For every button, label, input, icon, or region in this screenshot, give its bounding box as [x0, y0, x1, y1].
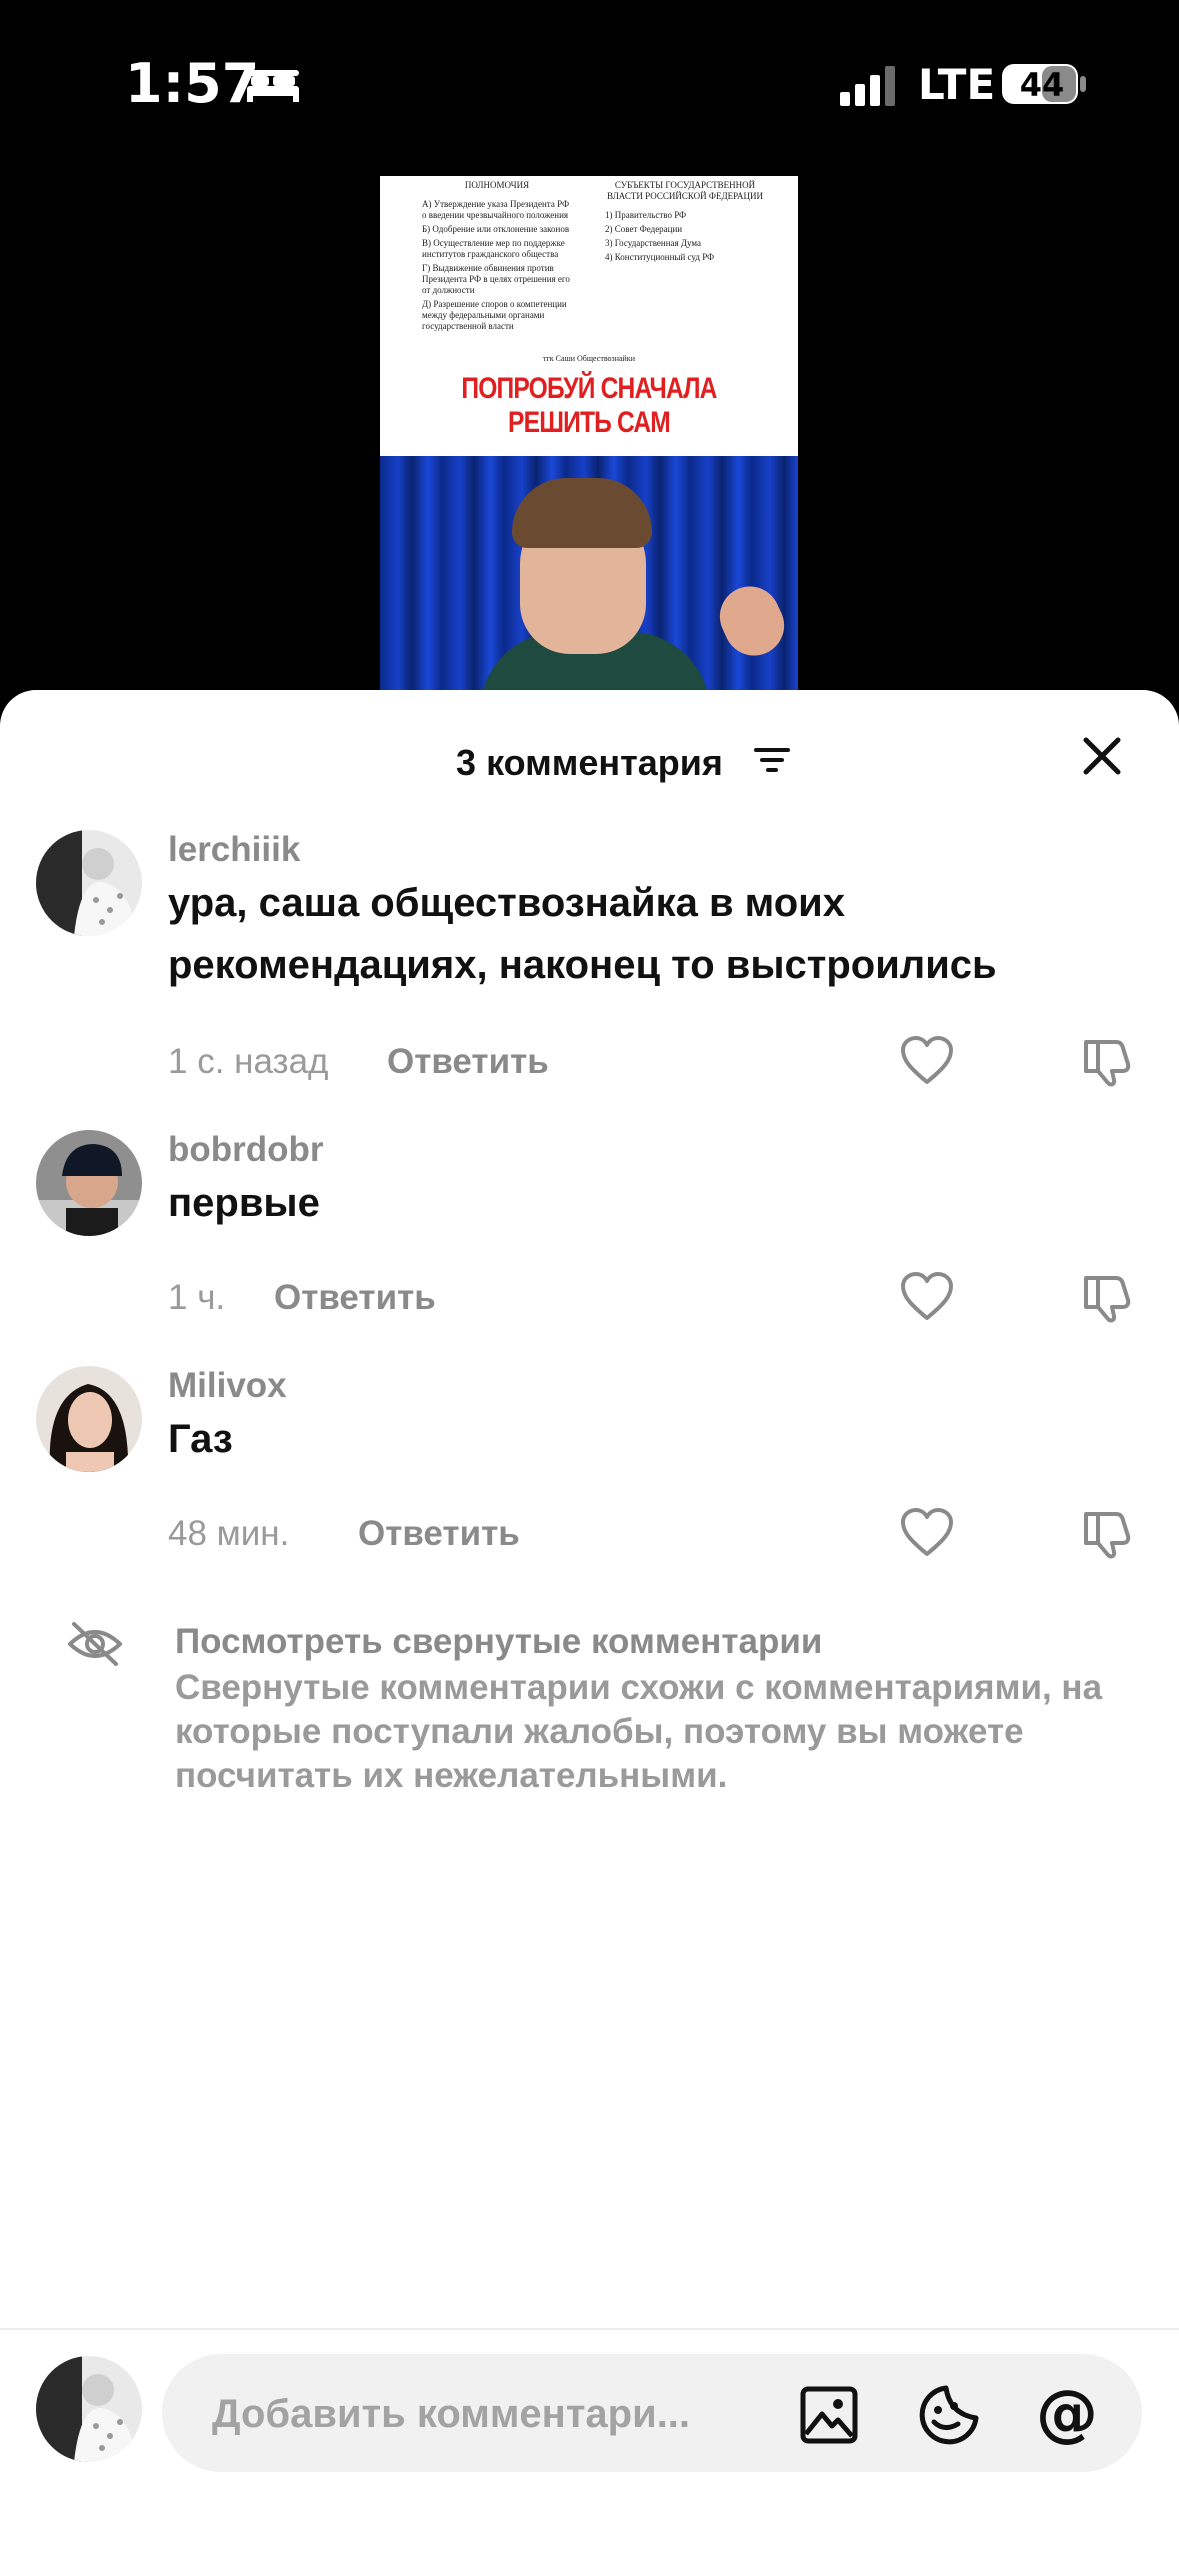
close-icon[interactable] [1080, 734, 1124, 778]
avatar[interactable] [36, 830, 142, 936]
doc-col1-title: ПОЛНОМОЧИЯ [464, 180, 530, 190]
comment-text: первые [168, 1181, 320, 1225]
view-hidden-comments-link[interactable]: Посмотреть свернутые комментарии [175, 1622, 822, 1662]
doc-item: 1) Правительство РФ [605, 210, 687, 220]
presenter-hair [512, 478, 652, 548]
dislike-icon[interactable] [1080, 1034, 1134, 1088]
doc-item: Д) Разрешение споров о компетенции между… [422, 299, 567, 331]
dislike-icon[interactable] [1080, 1506, 1134, 1560]
mention-icon[interactable]: @ [1036, 2382, 1098, 2444]
comment-time: 1 с. назад [168, 1042, 329, 1081]
comment-text: ура, саша обществознайка в моих рекоменд… [168, 881, 997, 987]
doc-item: Б) Одобрение или отклонение законов [422, 224, 570, 234]
doc-column-subjects: СУБЪЕКТЫ ГОСУДАРСТВЕННОЙ ВЛАСТИ РОССИЙСК… [605, 180, 765, 266]
status-time: 1:57 [125, 52, 260, 115]
comment-username[interactable]: bobrdobr [168, 1130, 324, 1170]
doc-column-powers: ПОЛНОМОЧИЯ А) Утверждение указа Президен… [422, 180, 572, 335]
avatar[interactable] [36, 1366, 142, 1472]
heart-icon[interactable] [900, 1508, 954, 1558]
input-divider [0, 2328, 1179, 2330]
avatar[interactable] [36, 1130, 142, 1236]
eye-off-icon [68, 1622, 122, 1666]
doc-item: А) Утверждение указа Президента РФ о вве… [422, 199, 570, 220]
heart-icon[interactable] [900, 1272, 954, 1322]
doc-item: В) Осуществление мер по поддержке инстит… [422, 238, 565, 259]
reply-button[interactable]: Ответить [387, 1042, 549, 1082]
comment-input-placeholder: Добавить комментари... [212, 2392, 691, 2436]
current-user-avatar [36, 2356, 142, 2462]
status-bar: 1:57 LTE 44 [0, 0, 1179, 170]
sort-filter-icon[interactable] [752, 742, 792, 778]
cellular-signal-icon [840, 66, 895, 106]
doc-item: 2) Совет Федерации [605, 224, 683, 234]
video-presenter-scene [380, 456, 798, 696]
presenter-hand [710, 576, 794, 666]
doc-credit: тгк Саши Обществознайки [543, 354, 635, 363]
comments-count-title: 3 комментария [0, 742, 1179, 784]
heart-icon[interactable] [900, 1036, 954, 1086]
comments-title-text: 3 комментария [456, 742, 723, 783]
reply-button[interactable]: Ответить [358, 1514, 520, 1554]
battery-level: 44 [1019, 66, 1065, 104]
video-document-frame: ПОЛНОМОЧИЯ А) Утверждение указа Президен… [380, 176, 798, 456]
video-preview[interactable]: ПОЛНОМОЧИЯ А) Утверждение указа Президен… [380, 176, 798, 696]
image-icon[interactable] [800, 2386, 858, 2444]
comment-input[interactable]: Добавить комментари... @ [162, 2354, 1142, 2472]
doc-item: Г) Выдвижение обвинения против Президент… [422, 263, 570, 295]
hidden-comments-description: Свернутые комментарии схожи с комментари… [175, 1668, 1103, 1795]
comment-text: Газ [168, 1417, 233, 1461]
comment-username[interactable]: lerchiiik [168, 830, 300, 870]
reply-button[interactable]: Ответить [274, 1278, 436, 1318]
network-type: LTE [918, 60, 996, 109]
comment-username[interactable]: Milivox [168, 1366, 287, 1406]
video-banner: ПОПРОБУЙ СНАЧАЛА РЕШИТЬ САМ [461, 372, 717, 439]
doc-item: 3) Государственная Дума [605, 238, 702, 248]
comment-time: 1 ч. [168, 1278, 226, 1317]
doc-col2-title: СУБЪЕКТЫ ГОСУДАРСТВЕННОЙ ВЛАСТИ РОССИЙСК… [607, 180, 763, 201]
sleep-focus-icon [247, 70, 299, 102]
comment-time: 48 мин. [168, 1514, 290, 1553]
doc-item: 4) Конституционный суд РФ [605, 252, 715, 262]
emoji-sticker-icon[interactable] [918, 2384, 980, 2446]
dislike-icon[interactable] [1080, 1270, 1134, 1324]
comments-sheet: 3 комментария lerchiiik ура, саша общест… [0, 690, 1179, 2556]
